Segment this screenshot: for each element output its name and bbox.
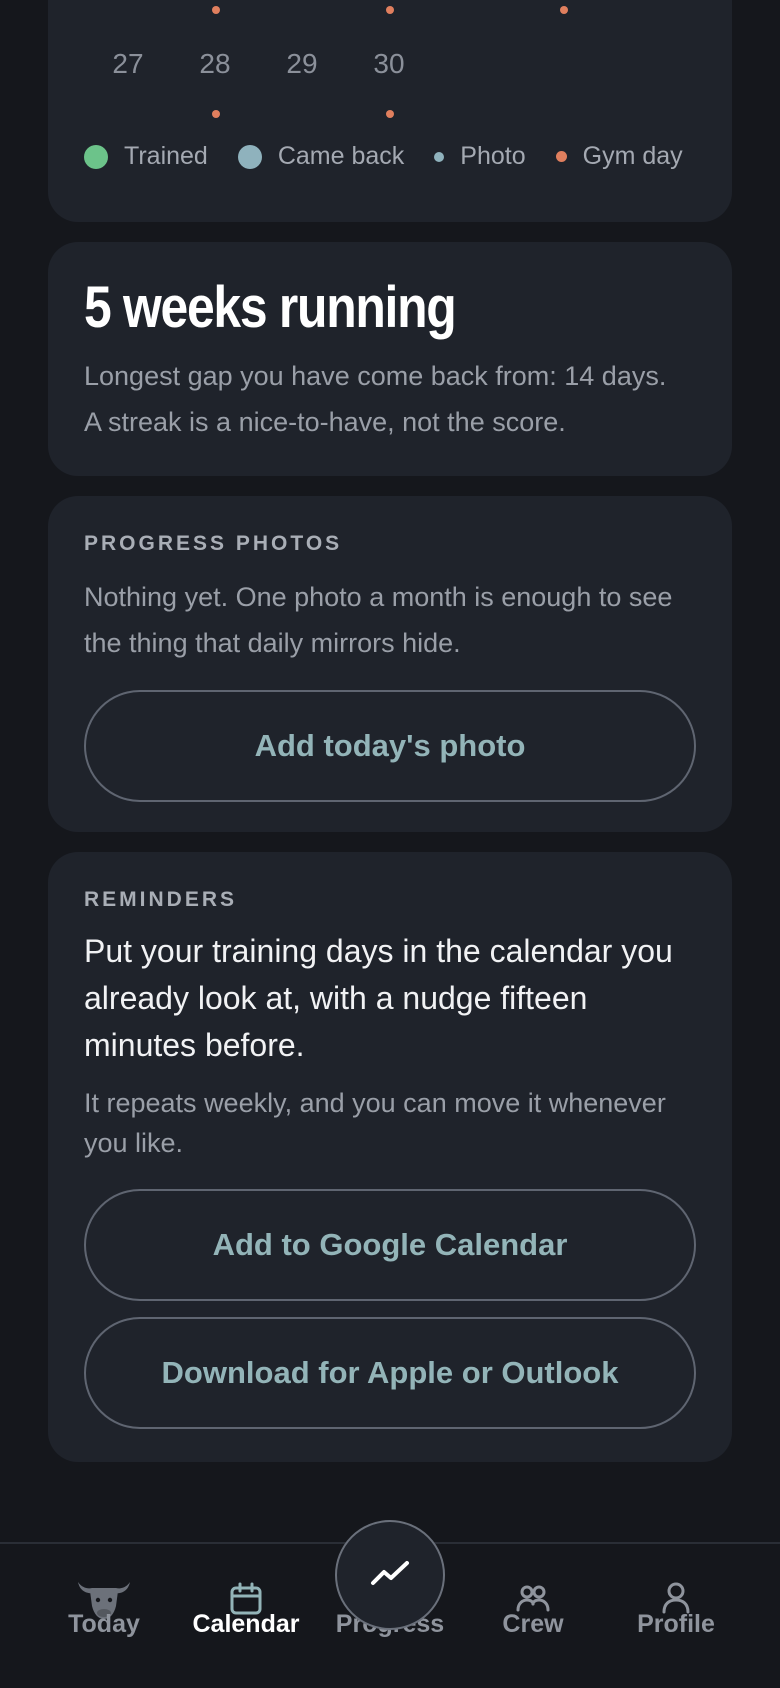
nav-calendar[interactable]: Calendar bbox=[175, 1544, 317, 1688]
add-photo-button[interactable]: Add today's photo bbox=[84, 690, 696, 802]
add-google-calendar-button[interactable]: Add to Google Calendar bbox=[84, 1189, 696, 1301]
streak-description: Longest gap you have come back from: 14 … bbox=[84, 353, 696, 445]
progress-photos-card: PROGRESS PHOTOS Nothing yet. One photo a… bbox=[48, 496, 732, 832]
photos-empty-text: Nothing yet. One photo a month is enough… bbox=[84, 582, 673, 658]
calendar-day-29[interactable]: 29 bbox=[272, 48, 332, 80]
page: 27 28 29 30 Trained Came back Photo Gym … bbox=[0, 0, 780, 1688]
nav-label-crew: Crew bbox=[502, 1610, 564, 1638]
legend-label: Trained bbox=[124, 142, 208, 170]
legend-label: Came back bbox=[277, 142, 405, 170]
legend-came-back: Came back bbox=[237, 142, 405, 171]
gym-day-swatch bbox=[555, 151, 567, 162]
section-label-progress-photos: PROGRESS PHOTOS bbox=[84, 532, 343, 555]
nav-today[interactable]: Today bbox=[33, 1544, 175, 1688]
nav-crew[interactable]: Crew bbox=[462, 1544, 604, 1688]
reminders-note: It repeats weekly, and you can move it w… bbox=[84, 1088, 666, 1158]
legend-gym-day: Gym day bbox=[555, 142, 683, 171]
nav-label-profile: Profile bbox=[637, 1610, 715, 1638]
streak-note: A streak is a nice-to-have, not the scor… bbox=[84, 406, 566, 437]
section-label-reminders: REMINDERS bbox=[84, 888, 238, 911]
reminders-card: REMINDERS Put your training days in the … bbox=[48, 852, 732, 1462]
calendar-legend: Trained Came back Photo Gym day bbox=[84, 142, 683, 171]
download-ics-button[interactable]: Download for Apple or Outlook bbox=[84, 1317, 696, 1429]
gym-day-marker bbox=[560, 6, 568, 14]
streak-card: 5 weeks running Longest gap you have com… bbox=[48, 242, 732, 476]
calendar-day-30[interactable]: 30 bbox=[359, 48, 419, 80]
gym-day-marker bbox=[386, 6, 394, 14]
gym-day-marker bbox=[386, 110, 394, 118]
nav-profile[interactable]: Profile bbox=[605, 1544, 747, 1688]
calendar-card: 27 28 29 30 Trained Came back Photo Gym … bbox=[48, 0, 732, 222]
longest-gap-text: Longest gap you have come back from: 14 … bbox=[84, 360, 667, 391]
nav-label-calendar: Calendar bbox=[192, 1610, 300, 1638]
gym-day-marker bbox=[212, 6, 220, 14]
legend-label: Photo bbox=[460, 142, 526, 170]
streak-title: 5 weeks running bbox=[84, 275, 457, 340]
calendar-day-27[interactable]: 27 bbox=[98, 48, 158, 80]
reminders-description: Put your training days in the calendar y… bbox=[84, 933, 673, 1063]
gym-day-marker bbox=[212, 110, 220, 118]
legend-photo: Photo bbox=[434, 142, 526, 171]
photo-swatch bbox=[434, 151, 445, 162]
calendar-day-28[interactable]: 28 bbox=[185, 48, 245, 80]
progress-fab-button[interactable] bbox=[335, 1520, 445, 1630]
nav-label-today: Today bbox=[68, 1610, 140, 1638]
trend-line-icon bbox=[370, 1559, 410, 1592]
trained-swatch bbox=[84, 144, 108, 169]
legend-label: Gym day bbox=[582, 142, 683, 170]
legend-trained: Trained bbox=[84, 142, 208, 171]
came-back-swatch bbox=[237, 144, 262, 169]
